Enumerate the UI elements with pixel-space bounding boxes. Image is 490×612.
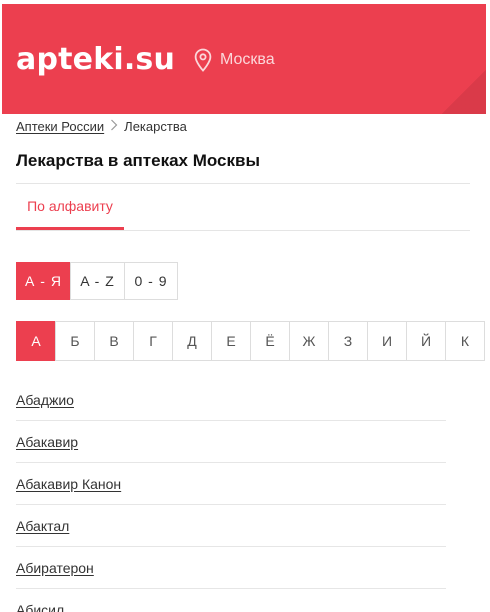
divider xyxy=(16,230,470,231)
letter-button[interactable]: А xyxy=(16,321,56,361)
drug-list: Абаджио Абакавир Абакавир Канон Абактал … xyxy=(16,379,446,612)
city-name: Москва xyxy=(220,51,275,68)
list-item: Абисил xyxy=(16,589,446,612)
drug-link[interactable]: Абисил xyxy=(16,602,64,612)
letter-button[interactable]: З xyxy=(328,321,368,361)
drug-link[interactable]: Абаджио xyxy=(16,392,74,408)
tab-alphabetical[interactable]: По алфавиту xyxy=(16,184,124,230)
alphabet-switch: А - Я A - Z 0 - 9 xyxy=(16,262,178,300)
page-title: Лекарства в аптеках Москвы xyxy=(16,151,260,170)
breadcrumb-item-drugs: Лекарства xyxy=(124,119,187,134)
letter-button[interactable]: Ё xyxy=(250,321,290,361)
alphabet-digits-button[interactable]: 0 - 9 xyxy=(124,262,178,300)
drug-link[interactable]: Абиратерон xyxy=(16,560,94,576)
page: apteki.su Москва Аптеки России Лекарства… xyxy=(0,0,490,612)
letter-button[interactable]: Б xyxy=(55,321,95,361)
alphabet-latin-button[interactable]: A - Z xyxy=(70,262,125,300)
list-item: Абакавир xyxy=(16,421,446,463)
list-item: Абиратерон xyxy=(16,547,446,589)
site-logo[interactable]: apteki.su xyxy=(16,42,175,77)
letter-button[interactable]: Й xyxy=(406,321,446,361)
list-item: Абакавир Канон xyxy=(16,463,446,505)
letter-button[interactable]: Е xyxy=(211,321,251,361)
list-item: Абаджио xyxy=(16,379,446,421)
list-item: Абактал xyxy=(16,505,446,547)
letter-button[interactable]: И xyxy=(367,321,407,361)
header-corner-decoration xyxy=(442,70,486,114)
drug-link[interactable]: Абакавир Канон xyxy=(16,476,121,492)
city-selector[interactable]: Москва xyxy=(194,48,275,72)
drug-link[interactable]: Абактал xyxy=(16,518,69,534)
breadcrumb: Аптеки России Лекарства xyxy=(16,119,187,134)
drug-link[interactable]: Абакавир xyxy=(16,434,78,450)
location-pin-icon xyxy=(194,48,212,72)
site-header: apteki.su Москва xyxy=(2,4,486,114)
breadcrumb-item-pharmacies[interactable]: Аптеки России xyxy=(16,119,104,134)
alphabet-cyrillic-button[interactable]: А - Я xyxy=(16,262,71,300)
letter-button[interactable]: Г xyxy=(133,321,173,361)
letter-button[interactable]: В xyxy=(94,321,134,361)
letter-filter: А Б В Г Д Е Ё Ж З И Й К xyxy=(16,321,485,361)
letter-button[interactable]: Ж xyxy=(289,321,329,361)
chevron-right-icon xyxy=(110,119,118,134)
letter-button[interactable]: К xyxy=(445,321,485,361)
letter-button[interactable]: Д xyxy=(172,321,212,361)
